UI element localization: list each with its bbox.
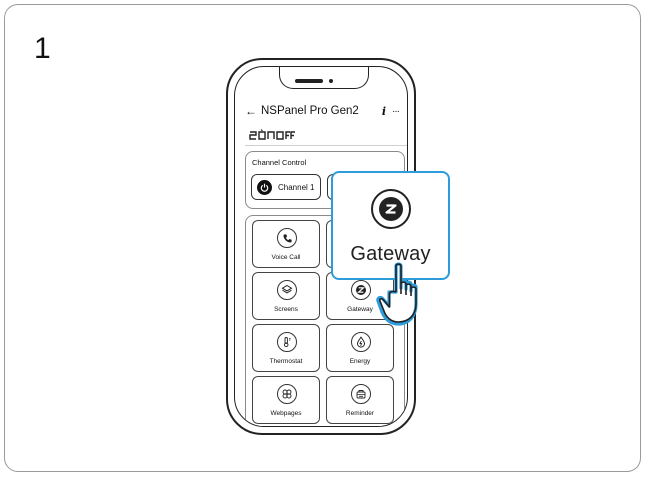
phone-icon <box>277 228 297 248</box>
layers-icon <box>277 280 297 300</box>
zigbee-icon <box>351 280 371 300</box>
energy-icon <box>351 332 371 352</box>
sonoff-logo <box>249 129 295 144</box>
back-arrow-icon[interactable]: ← <box>245 104 257 118</box>
tile-label: Webpages <box>270 410 302 417</box>
more-icon[interactable]: ··· <box>392 106 400 117</box>
channel-label: Channel 1 <box>278 182 315 192</box>
grid-flower-icon <box>277 384 297 404</box>
device-title: NSPanel Pro Gen2 <box>261 105 359 117</box>
phone-notch <box>279 67 369 89</box>
pointing-hand-icon <box>376 262 418 326</box>
tile-label: Thermostat <box>269 358 303 365</box>
thermostat-icon <box>277 332 297 352</box>
tile-energy[interactable]: Energy <box>326 324 394 372</box>
app-header: ← NSPanel Pro Gen2 i ··· <box>245 103 400 119</box>
reminder-icon <box>351 384 371 404</box>
tile-screens[interactable]: Screens <box>252 272 320 320</box>
power-icon <box>257 179 272 195</box>
tile-reminder[interactable]: Reminder <box>326 376 394 424</box>
header-divider <box>245 145 407 146</box>
zigbee-icon <box>371 189 411 229</box>
sonoff-logo-mark <box>249 129 295 140</box>
tile-label: Energy <box>349 358 371 365</box>
speaker-grille <box>295 79 323 83</box>
tile-label: Screens <box>274 306 298 313</box>
tile-voice-call[interactable]: Voice Call <box>252 220 320 268</box>
info-icon[interactable]: i <box>382 105 386 118</box>
channel-control-title: Channel Control <box>252 158 307 167</box>
front-camera <box>329 79 333 83</box>
tile-thermostat[interactable]: Thermostat <box>252 324 320 372</box>
tile-label: Voice Call <box>271 254 301 261</box>
tile-webpages[interactable]: Webpages <box>252 376 320 424</box>
channel-1-button[interactable]: Channel 1 <box>251 174 321 200</box>
step-number: 1 <box>34 32 51 65</box>
tile-label: Reminder <box>345 410 375 417</box>
